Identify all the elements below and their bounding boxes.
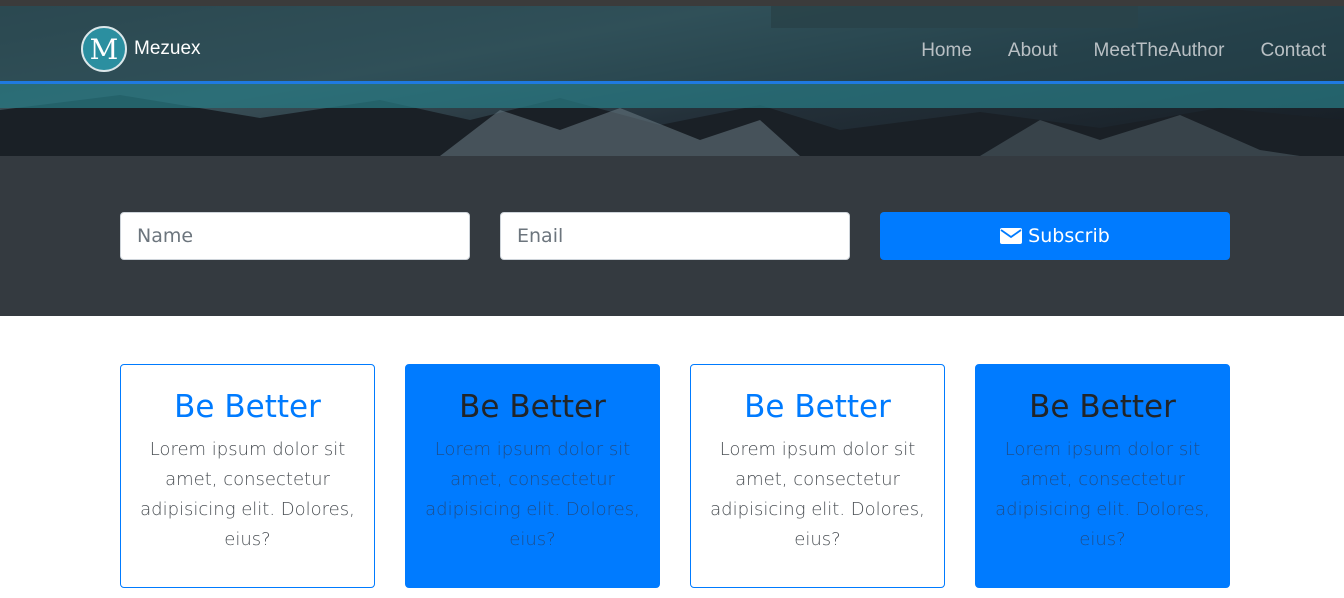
teal-band bbox=[0, 84, 1344, 108]
nav-link-home[interactable]: Home bbox=[921, 40, 972, 62]
subscribe-button[interactable]: Subscrib bbox=[880, 212, 1230, 260]
email-placeholder: Enail bbox=[517, 225, 564, 247]
name-input[interactable]: Name bbox=[120, 212, 470, 260]
card-title: Be Better bbox=[459, 389, 606, 425]
nav-link-meet-the-author[interactable]: MeetTheAuthor bbox=[1094, 40, 1225, 62]
feature-card: Be Better Lorem ipsum dolor sit amet, co… bbox=[120, 364, 375, 588]
logo-letter: M bbox=[89, 32, 119, 66]
card-text: Lorem ipsum dolor sit amet, consectetur … bbox=[995, 439, 1210, 550]
navbar: M Mezuex Home About MeetTheAuthor Contac… bbox=[0, 6, 1344, 82]
nav-links: Home About MeetTheAuthor Contact bbox=[921, 40, 1326, 62]
subscribe-button-label: Subscrib bbox=[1028, 225, 1110, 247]
brand-name[interactable]: Mezuex bbox=[134, 38, 201, 60]
card-title: Be Better bbox=[1029, 389, 1176, 425]
feature-card: Be Better Lorem ipsum dolor sit amet, co… bbox=[690, 364, 945, 588]
card-title: Be Better bbox=[174, 389, 321, 425]
feature-card: Be Better Lorem ipsum dolor sit amet, co… bbox=[975, 364, 1230, 588]
card-text: Lorem ipsum dolor sit amet, consectetur … bbox=[140, 439, 355, 550]
card-text: Lorem ipsum dolor sit amet, consectetur … bbox=[710, 439, 925, 550]
name-placeholder: Name bbox=[137, 225, 194, 247]
hero-banner: M Mezuex Home About MeetTheAuthor Contac… bbox=[0, 0, 1344, 156]
feature-card: Be Better Lorem ipsum dolor sit amet, co… bbox=[405, 364, 660, 588]
subscribe-section: Name Enail Subscrib bbox=[0, 156, 1344, 316]
nav-link-about[interactable]: About bbox=[1008, 40, 1058, 62]
brand-logo[interactable]: M bbox=[81, 26, 127, 72]
nav-link-contact[interactable]: Contact bbox=[1261, 40, 1326, 62]
card-text: Lorem ipsum dolor sit amet, consectetur … bbox=[425, 439, 640, 550]
envelope-icon bbox=[1000, 228, 1023, 244]
card-title: Be Better bbox=[744, 389, 891, 425]
email-input[interactable]: Enail bbox=[500, 212, 850, 260]
